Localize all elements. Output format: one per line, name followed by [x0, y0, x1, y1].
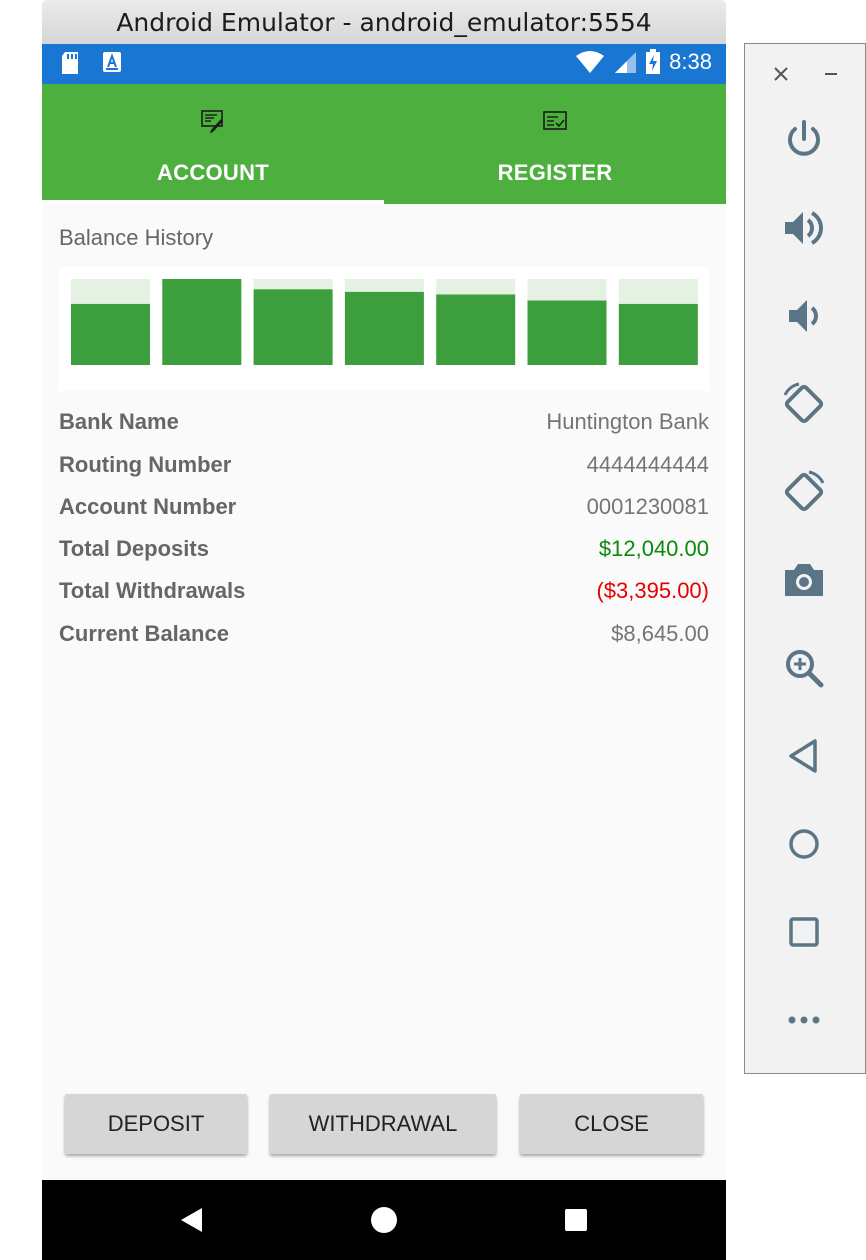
account-number-label: Account Number — [59, 494, 237, 519]
bank-name-label: Bank Name — [59, 409, 179, 434]
emulator-window: Android Emulator - android_emulator:5554 — [42, 0, 726, 1260]
camera-icon[interactable] — [781, 557, 827, 603]
row-account-number: Account Number 0001230081 — [59, 494, 709, 526]
home-icon[interactable] — [781, 821, 827, 867]
minimize-icon[interactable] — [821, 64, 841, 84]
tab-account-label: ACCOUNT — [156, 160, 270, 185]
android-nav-bar — [42, 1180, 726, 1260]
volume-up-icon[interactable] — [781, 205, 827, 251]
row-total-deposits: Total Deposits $12,040.00 — [59, 536, 709, 568]
row-routing-number: Routing Number 4444444444 — [59, 452, 709, 484]
account-content: Balance History Bank Name Huntington Ban… — [42, 204, 726, 1180]
back-icon[interactable] — [781, 733, 827, 779]
zoom-icon[interactable] — [781, 645, 827, 691]
total-withdrawals-value: ($3,395.00) — [596, 578, 709, 603]
wifi-icon — [576, 51, 605, 73]
sd-card-icon — [62, 52, 78, 74]
more-icon[interactable] — [781, 997, 827, 1043]
account-number-value: 0001230081 — [586, 494, 709, 519]
routing-number-label: Routing Number — [59, 452, 232, 477]
tab-bar: ACCOUNT REGISTER — [42, 84, 726, 204]
overview-icon[interactable] — [781, 909, 827, 955]
emulator-side-panel — [744, 43, 866, 1074]
register-list-icon — [543, 111, 567, 130]
balance-history-title: Balance History — [59, 225, 214, 250]
balance-chart-svg — [71, 279, 698, 365]
balance-history-chart — [59, 267, 709, 391]
close-icon[interactable] — [771, 64, 791, 84]
total-deposits-value: $12,040.00 — [598, 536, 709, 561]
row-current-balance: Current Balance $8,645.00 — [59, 621, 709, 653]
current-balance-label: Current Balance — [59, 621, 229, 646]
row-total-withdrawals: Total Withdrawals ($3,395.00) — [59, 578, 709, 610]
chart-bar — [527, 300, 607, 365]
current-balance-value: $8,645.00 — [611, 621, 709, 646]
signal-icon — [615, 52, 637, 73]
row-bank-name: Bank Name Huntington Bank — [59, 409, 709, 441]
account-edit-icon — [201, 110, 223, 133]
power-icon[interactable] — [781, 117, 827, 163]
chart-bar — [71, 303, 150, 365]
chart-bar — [436, 294, 516, 365]
close-button[interactable]: CLOSE — [520, 1094, 703, 1154]
rotate-right-icon[interactable] — [781, 469, 827, 515]
a-notification-icon — [103, 52, 121, 72]
total-withdrawals-label: Total Withdrawals — [59, 578, 246, 603]
window-title: Android Emulator - android_emulator:5554 — [42, 0, 726, 44]
recents-icon[interactable] — [560, 1204, 592, 1236]
status-bar: 8:38 — [42, 44, 726, 84]
status-time: 8:38 — [669, 49, 712, 74]
routing-number-value: 4444444444 — [586, 452, 709, 477]
home-icon[interactable] — [368, 1204, 400, 1236]
battery-icon — [646, 49, 661, 74]
chart-bar — [344, 291, 424, 365]
chart-bar — [253, 289, 333, 365]
back-icon[interactable] — [176, 1204, 208, 1236]
rotate-left-icon[interactable] — [781, 381, 827, 427]
tab-register-label: REGISTER — [497, 160, 613, 185]
volume-down-icon[interactable] — [781, 293, 827, 339]
withdrawal-button[interactable]: WITHDRAWAL — [270, 1094, 496, 1154]
tab-register[interactable]: REGISTER — [384, 84, 726, 204]
tab-account[interactable]: ACCOUNT — [42, 84, 384, 204]
chart-bar — [162, 279, 242, 365]
bank-name-value: Huntington Bank — [546, 409, 709, 434]
chart-bar — [618, 303, 698, 365]
deposit-button[interactable]: DEPOSIT — [65, 1094, 247, 1154]
total-deposits-label: Total Deposits — [59, 536, 209, 561]
